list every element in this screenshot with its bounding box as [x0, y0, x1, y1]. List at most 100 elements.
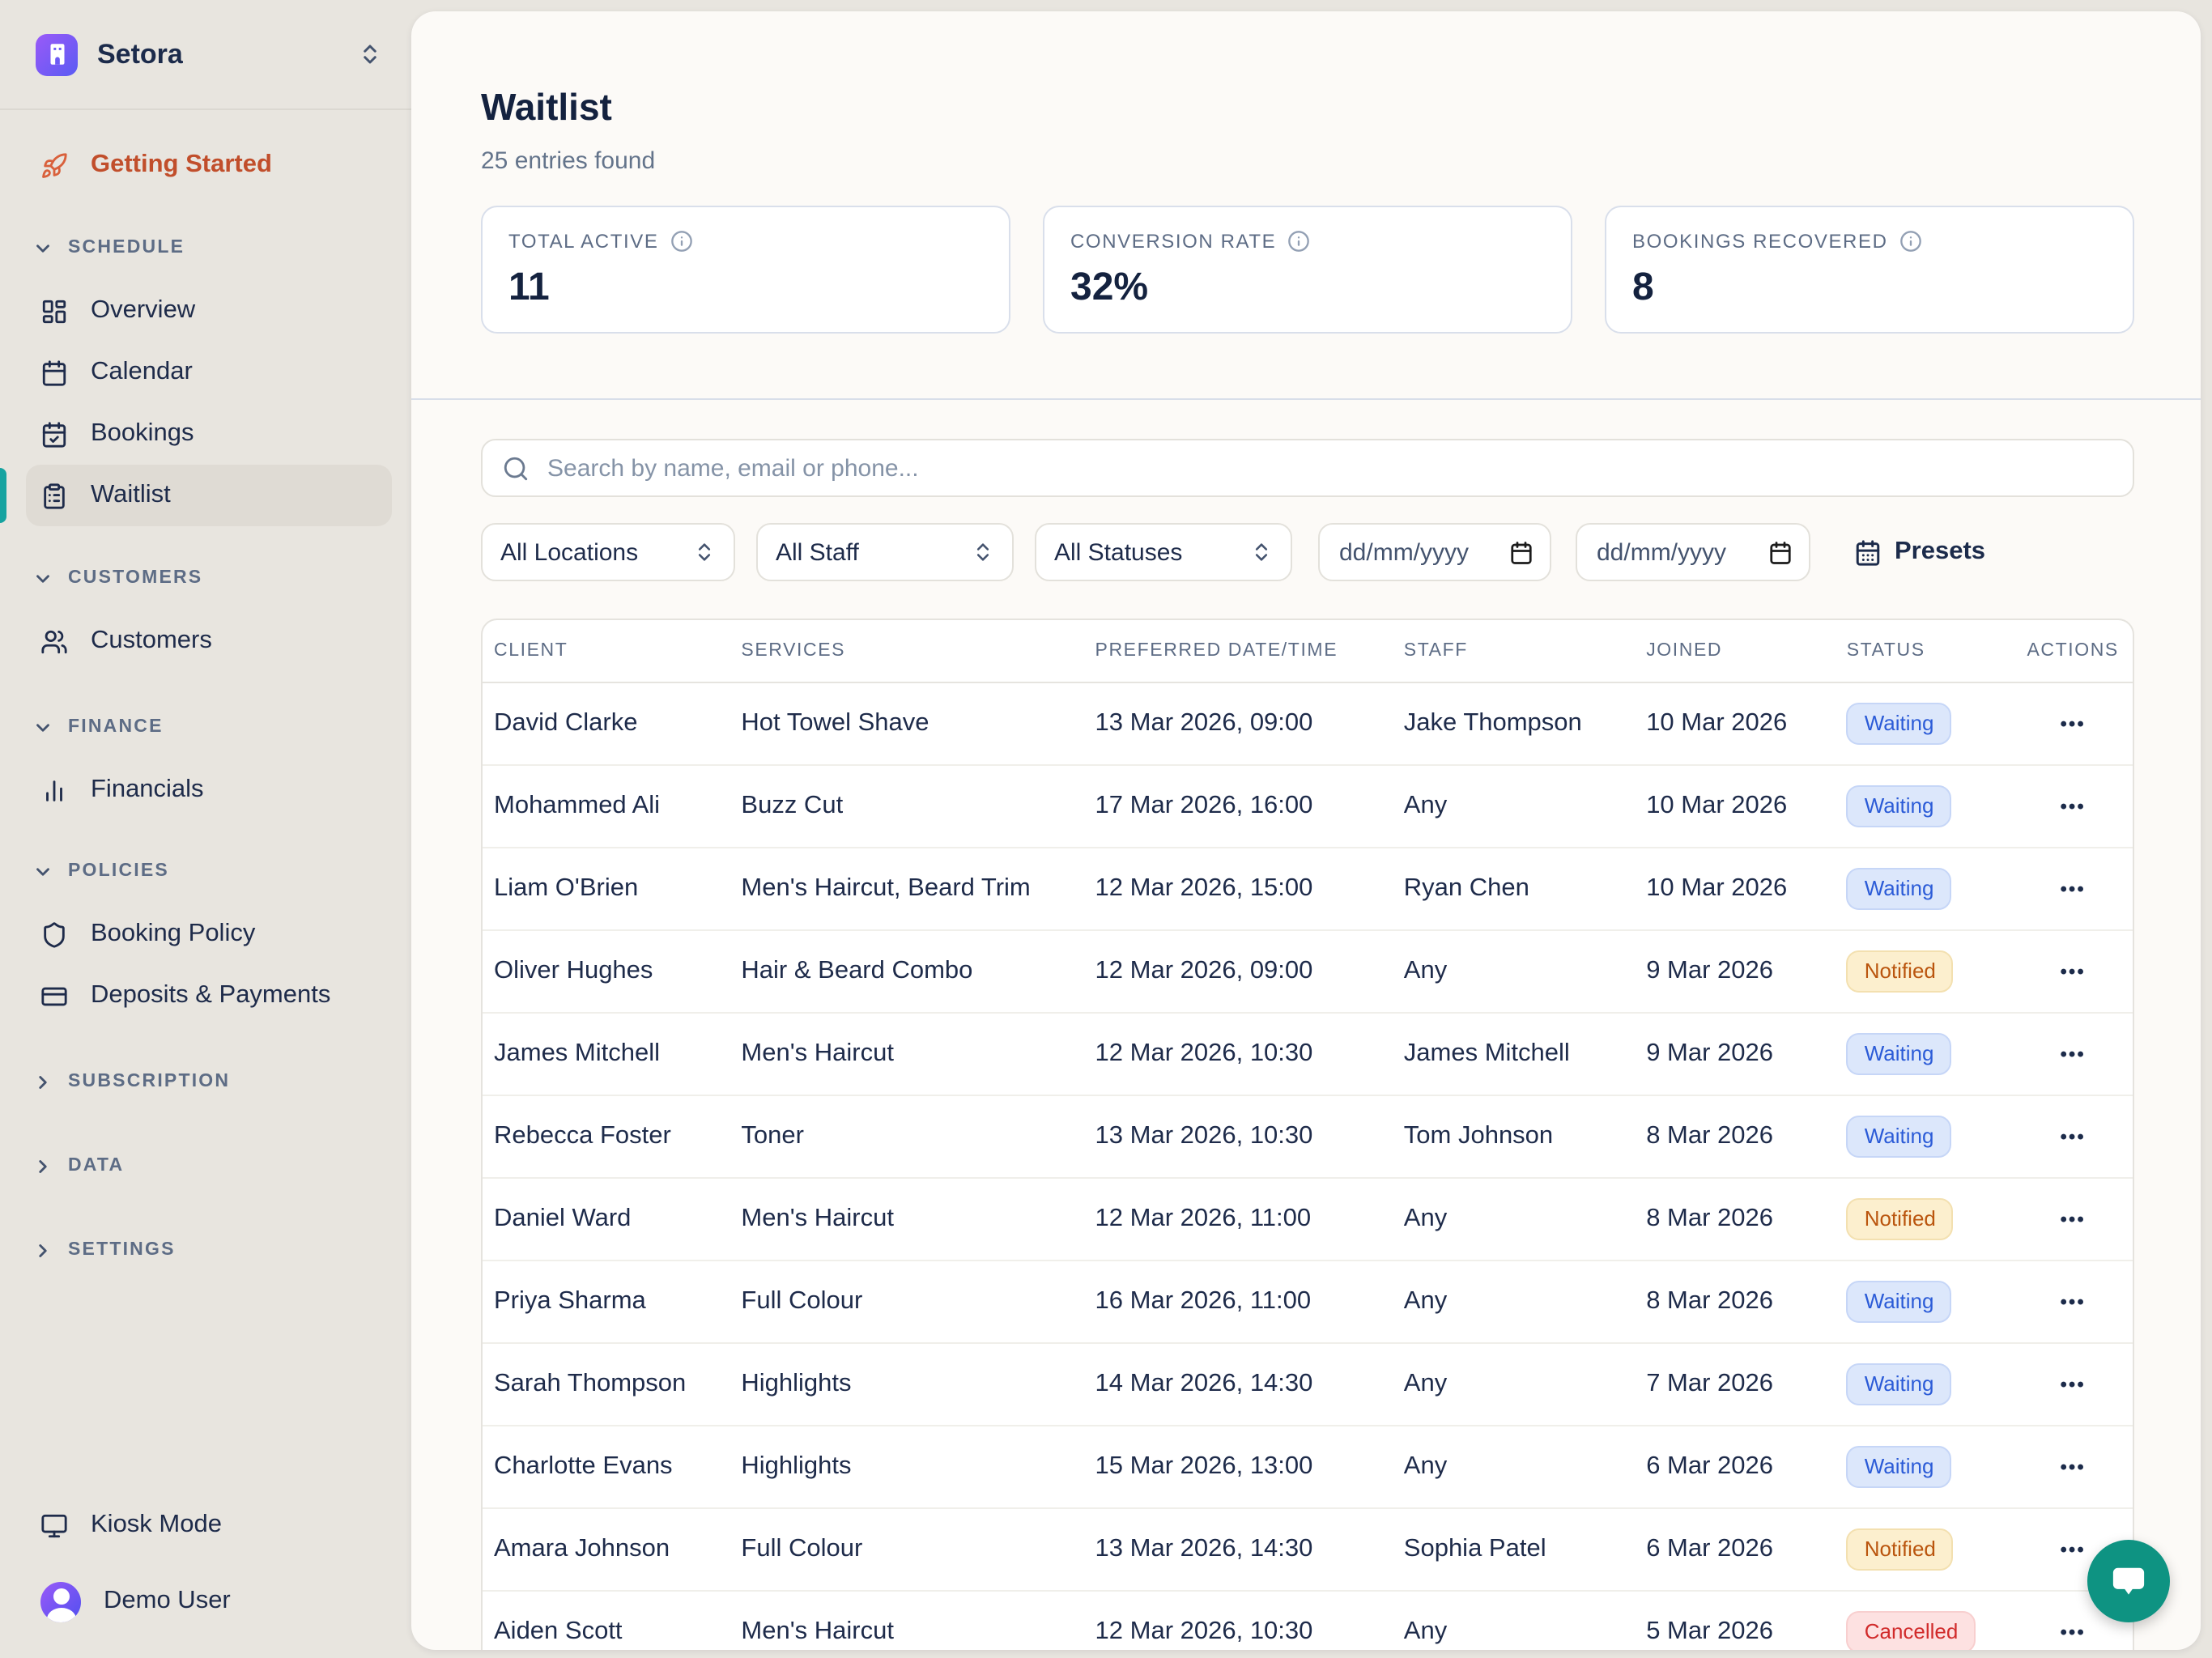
section-header-schedule[interactable]: SCHEDULE	[26, 235, 392, 261]
cell-joined: 10 Mar 2026	[1635, 874, 1836, 903]
sidebar-item-label: Waitlist	[91, 481, 171, 510]
cell-joined: 10 Mar 2026	[1635, 709, 1836, 738]
date-from-placeholder: dd/mm/yyyy	[1339, 538, 1469, 566]
section-header-finance[interactable]: FINANCE	[26, 714, 392, 740]
staff-select[interactable]: All Staff	[756, 523, 1014, 581]
cell-staff: Any	[1393, 792, 1635, 821]
cell-joined: 9 Mar 2026	[1635, 957, 1836, 986]
stat-card-bookings-recovered: BOOKINGS RECOVERED 8	[1605, 206, 2134, 334]
row-actions-button[interactable]: •••	[2051, 1036, 2095, 1072]
info-icon[interactable]	[1899, 230, 1922, 253]
user-menu[interactable]: Demo User	[26, 1571, 385, 1632]
sidebar-item-waitlist[interactable]: Waitlist	[26, 465, 392, 526]
row-actions-button[interactable]: •••	[2051, 1532, 2095, 1567]
cell-status: Notified	[1836, 950, 2014, 993]
cell-staff: Sophia Patel	[1393, 1535, 1635, 1564]
cell-joined: 9 Mar 2026	[1635, 1039, 1836, 1069]
sidebar-item-label: Booking Policy	[91, 920, 255, 949]
page-title: Waitlist	[481, 83, 2134, 131]
table-header-row: CLIENTSERVICESPREFERRED DATE/TIMESTAFFJO…	[483, 620, 2133, 683]
cell-staff: Any	[1393, 1370, 1635, 1399]
cell-services: Full Colour	[730, 1535, 1083, 1564]
chevron-down-icon	[32, 716, 53, 738]
status-badge: Notified	[1847, 1198, 1954, 1240]
chevron-right-icon	[32, 1239, 53, 1261]
status-badge: Notified	[1847, 1528, 1954, 1571]
table-body: David ClarkeHot Towel Shave13 Mar 2026, …	[483, 683, 2133, 1650]
row-actions-button[interactable]: •••	[2051, 1614, 2095, 1650]
sidebar-item-overview[interactable]: Overview	[26, 280, 392, 342]
status-badge: Waiting	[1847, 785, 1952, 827]
col-header-joined: JOINED	[1635, 641, 1836, 661]
row-actions-button[interactable]: •••	[2051, 1119, 2095, 1154]
row-actions-button[interactable]: •••	[2051, 1367, 2095, 1402]
date-from-input[interactable]: dd/mm/yyyy	[1318, 523, 1551, 581]
row-actions-button[interactable]: •••	[2051, 1284, 2095, 1320]
section-header-data[interactable]: DATA	[26, 1153, 392, 1179]
sidebar-item-customers[interactable]: Customers	[26, 610, 392, 672]
locations-select-value: All Locations	[500, 538, 638, 566]
sidebar-item-financials[interactable]: Financials	[26, 759, 392, 821]
kiosk-mode-button[interactable]: Kiosk Mode	[26, 1494, 385, 1556]
info-icon[interactable]	[670, 230, 692, 253]
status-badge: Waiting	[1847, 703, 1952, 745]
status-badge: Notified	[1847, 950, 1954, 993]
shield-icon	[40, 920, 68, 948]
presets-label: Presets	[1895, 538, 1985, 567]
row-actions-button[interactable]: •••	[2051, 1201, 2095, 1237]
calendar-icon[interactable]	[1509, 540, 1534, 564]
chevrons-up-down-icon	[972, 541, 994, 563]
cell-status: Waiting	[1836, 1363, 2014, 1405]
stat-card-conversion-rate: CONVERSION RATE 32%	[1043, 206, 1572, 334]
info-icon[interactable]	[1287, 230, 1310, 253]
cell-services: Men's Haircut	[730, 1039, 1083, 1069]
cell-client: Daniel Ward	[483, 1205, 730, 1234]
row-actions-button[interactable]: •••	[2051, 1449, 2095, 1485]
statuses-select-value: All Statuses	[1054, 538, 1182, 566]
sidebar-item-deposits-payments[interactable]: Deposits & Payments	[26, 965, 392, 1027]
status-badge: Waiting	[1847, 868, 1952, 910]
row-actions-button[interactable]: •••	[2051, 954, 2095, 989]
sidebar-item-booking-policy[interactable]: Booking Policy	[26, 903, 392, 965]
sidebar-item-calendar[interactable]: Calendar	[26, 342, 392, 403]
section-header-customers[interactable]: CUSTOMERS	[26, 565, 392, 591]
section-title: SETTINGS	[68, 1240, 176, 1260]
row-actions-button[interactable]: •••	[2051, 871, 2095, 907]
search-input[interactable]	[544, 453, 2113, 483]
presets-button[interactable]: Presets	[1854, 538, 1985, 567]
clipboard-list-icon	[40, 482, 68, 509]
sidebar-item-label: Getting Started	[91, 151, 272, 180]
locations-select[interactable]: All Locations	[481, 523, 735, 581]
calendar-icon[interactable]	[1768, 540, 1793, 564]
users-icon	[40, 627, 68, 655]
cell-services: Full Colour	[730, 1287, 1083, 1316]
cell-datetime: 13 Mar 2026, 09:00	[1084, 709, 1393, 738]
cell-client: Oliver Hughes	[483, 957, 730, 986]
date-to-input[interactable]: dd/mm/yyyy	[1576, 523, 1810, 581]
sidebar-footer: Kiosk Mode Demo User	[0, 1494, 411, 1658]
chevrons-up-down-icon	[693, 541, 716, 563]
cell-status: Waiting	[1836, 1033, 2014, 1075]
table-row: Amara JohnsonFull Colour13 Mar 2026, 14:…	[483, 1509, 2133, 1592]
cell-client: Aiden Scott	[483, 1618, 730, 1647]
status-badge: Cancelled	[1847, 1611, 1976, 1650]
row-actions-button[interactable]: •••	[2051, 789, 2095, 824]
cell-client: Liam O'Brien	[483, 874, 730, 903]
section-header-subscription[interactable]: SUBSCRIPTION	[26, 1069, 392, 1095]
chevron-right-icon	[32, 1071, 53, 1092]
sidebar-item-getting-started[interactable]: Getting Started	[26, 136, 392, 194]
cell-actions: •••	[2013, 1367, 2133, 1402]
rocket-icon	[40, 151, 68, 179]
chevrons-up-down-icon[interactable]	[358, 42, 382, 66]
statuses-select[interactable]: All Statuses	[1035, 523, 1292, 581]
chat-widget-button[interactable]	[2087, 1540, 2170, 1622]
row-actions-button[interactable]: •••	[2051, 706, 2095, 742]
cell-joined: 8 Mar 2026	[1635, 1122, 1836, 1151]
workspace-switcher[interactable]: Setora	[0, 0, 411, 110]
sidebar-item-bookings[interactable]: Bookings	[26, 403, 392, 465]
section-header-policies[interactable]: POLICIES	[26, 858, 392, 884]
section-title: DATA	[68, 1156, 124, 1175]
waitlist-table: CLIENTSERVICESPREFERRED DATE/TIMESTAFFJO…	[481, 619, 2134, 1650]
calendar-check-icon	[40, 420, 68, 448]
section-header-settings[interactable]: SETTINGS	[26, 1237, 392, 1263]
